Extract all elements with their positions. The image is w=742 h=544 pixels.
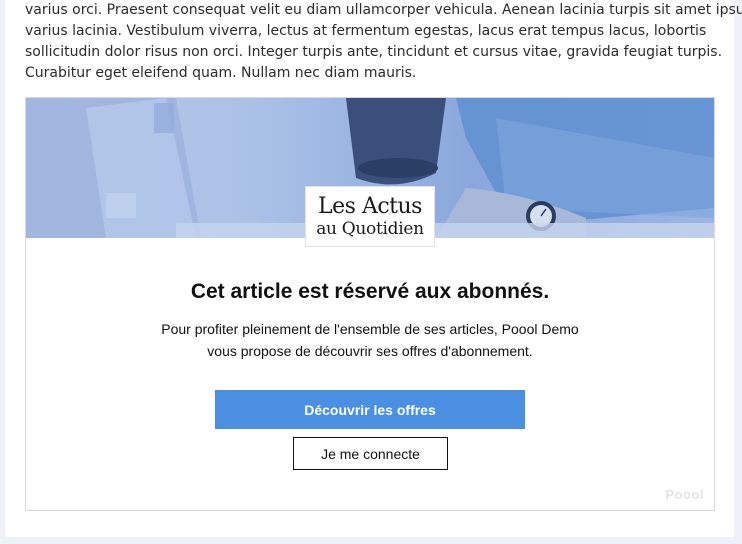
paywall-description: Pour profiter pleinement de l'ensemble d… [26,318,714,362]
login-button[interactable]: Je me connecte [293,437,448,470]
publisher-logo: Les Actus au Quotidien [305,186,435,247]
description-line: vous propose de découvrir ses offres d'a… [207,343,533,359]
article-body: varius orci. Praesent consequat velit eu… [25,0,742,84]
page-container: varius orci. Praesent consequat velit eu… [5,0,742,537]
article-line: sollicitudin dolor risus non orci. Integ… [25,44,723,60]
poool-brand-logo: Poool [665,487,704,502]
logo-line-2: au Quotidien [316,219,424,239]
paywall-headline: Cet article est réservé aux abonnés. [190,280,550,303]
description-line: Pour profiter pleinement de l'ensemble d… [161,321,579,337]
article-line: varius lacinia. Vestibulum viverra, lect… [25,23,707,39]
article-line: varius orci. Praesent consequat velit eu… [25,2,742,18]
discover-offers-button[interactable]: Découvrir les offres [215,390,525,429]
paywall-widget: Les Actus au Quotidien Cet article est r… [25,97,715,511]
logo-line-1: Les Actus [318,194,422,219]
article-line: Curabitur eget eleifend quam. Nullam nec… [25,65,417,81]
